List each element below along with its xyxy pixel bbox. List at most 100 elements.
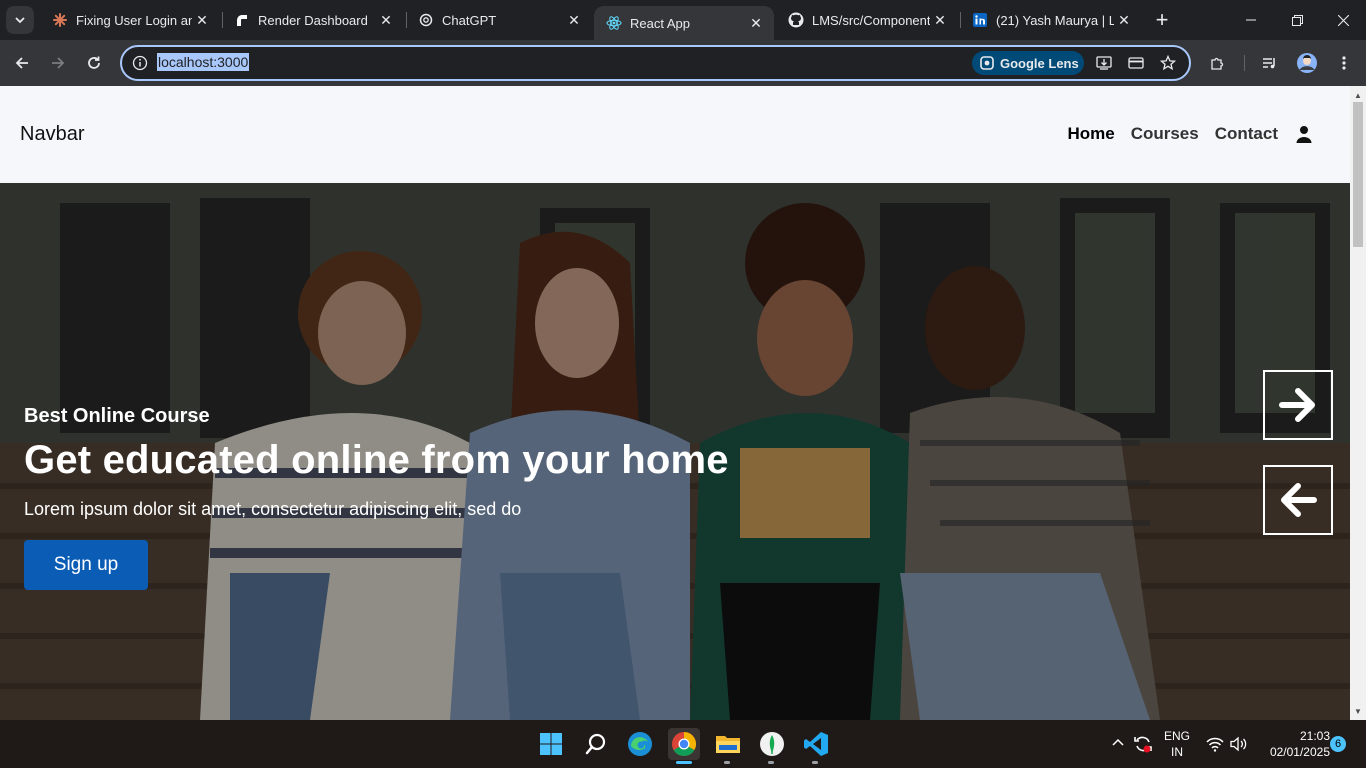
carousel-prev-button[interactable] bbox=[1263, 465, 1333, 535]
page-viewport: Navbar Home Courses Contact Best Online … bbox=[0, 86, 1350, 720]
reload-button[interactable] bbox=[82, 51, 106, 75]
sync-icon[interactable] bbox=[1132, 733, 1154, 760]
scrollbar-thumb[interactable] bbox=[1353, 102, 1363, 247]
install-app-icon[interactable] bbox=[1094, 53, 1114, 73]
payment-card-icon[interactable] bbox=[1126, 53, 1146, 73]
back-button[interactable] bbox=[10, 51, 34, 75]
running-indicator bbox=[768, 761, 774, 764]
tab-3-active[interactable]: React App ✕ bbox=[594, 6, 774, 40]
volume-icon[interactable] bbox=[1230, 736, 1248, 757]
close-icon[interactable]: ✕ bbox=[564, 10, 584, 30]
address-bar[interactable]: localhost:3000 Google Lens bbox=[120, 45, 1191, 81]
restore-icon bbox=[1291, 14, 1303, 26]
toolbar-divider bbox=[1244, 55, 1245, 71]
notification-badge[interactable]: 6 bbox=[1330, 736, 1346, 752]
playlist-icon bbox=[1263, 58, 1275, 69]
tab-title: Fixing User Login and bbox=[76, 12, 192, 28]
running-indicator bbox=[676, 761, 692, 764]
wifi-icon[interactable] bbox=[1206, 736, 1224, 757]
tab-strip: Fixing User Login and ✕ Render Dashboard… bbox=[0, 0, 1366, 40]
close-icon[interactable]: ✕ bbox=[376, 10, 396, 30]
hero-subtitle: Best Online Course bbox=[24, 405, 210, 427]
edge-icon[interactable] bbox=[624, 728, 656, 760]
browser-menu-button[interactable] bbox=[1332, 51, 1356, 75]
site-info-icon[interactable] bbox=[132, 55, 148, 71]
minimize-icon bbox=[1246, 19, 1256, 21]
mongodb-compass-icon[interactable] bbox=[756, 728, 788, 760]
arrow-right-icon bbox=[1279, 388, 1315, 422]
scroll-up-arrow-icon[interactable]: ▲ bbox=[1350, 88, 1366, 102]
new-tab-button[interactable]: + bbox=[1150, 7, 1174, 32]
bookmark-star-icon[interactable] bbox=[1158, 53, 1178, 73]
hero-title: Get educated online from your home bbox=[24, 438, 729, 482]
tab-2[interactable]: ChatGPT ✕ bbox=[406, 0, 592, 40]
nav-link-courses[interactable]: Courses bbox=[1131, 124, 1199, 144]
running-indicator bbox=[812, 761, 818, 764]
clock-time: 21:03 bbox=[1299, 729, 1330, 743]
clock[interactable]: 21:03 02/01/2025 bbox=[1256, 728, 1330, 760]
puzzle-icon bbox=[1211, 57, 1224, 70]
carousel-next-button[interactable] bbox=[1263, 370, 1333, 440]
chrome-icon[interactable] bbox=[668, 728, 700, 760]
google-lens-button[interactable]: Google Lens bbox=[972, 51, 1084, 75]
tab-title: React App bbox=[630, 15, 690, 31]
windows-start-icon[interactable] bbox=[535, 728, 567, 760]
running-indicator bbox=[724, 761, 730, 764]
tab-title: Render Dashboard bbox=[258, 12, 368, 28]
signup-button[interactable]: Sign up bbox=[24, 540, 148, 590]
tab-5[interactable]: (21) Yash Maurya | Li ✕ bbox=[960, 0, 1142, 40]
hero-content: Best Online Course Get educated online f… bbox=[24, 405, 729, 590]
tab-1[interactable]: Render Dashboard ✕ bbox=[222, 0, 404, 40]
close-icon[interactable]: ✕ bbox=[746, 13, 766, 33]
lang-line-1: ENG bbox=[1163, 729, 1190, 743]
lens-icon bbox=[980, 56, 994, 70]
claude-icon bbox=[52, 12, 68, 28]
chatgpt-icon bbox=[418, 12, 434, 28]
tab-title: ChatGPT bbox=[442, 12, 497, 28]
url-text[interactable]: localhost:3000 bbox=[157, 53, 250, 71]
linkedin-icon bbox=[972, 12, 988, 28]
language-indicator[interactable]: ENG IN bbox=[1160, 728, 1194, 760]
kebab-menu-icon bbox=[1342, 56, 1346, 70]
search-icon[interactable] bbox=[580, 728, 612, 760]
scroll-down-arrow-icon[interactable]: ▼ bbox=[1350, 704, 1366, 718]
user-icon[interactable] bbox=[1296, 125, 1312, 143]
nav-link-contact[interactable]: Contact bbox=[1215, 124, 1278, 144]
tab-0[interactable]: Fixing User Login and ✕ bbox=[40, 0, 220, 40]
tab-search-button[interactable] bbox=[6, 6, 34, 34]
site-navbar: Navbar Home Courses Contact bbox=[0, 86, 1350, 183]
close-icon[interactable]: ✕ bbox=[1114, 10, 1134, 30]
close-icon[interactable]: ✕ bbox=[192, 10, 212, 30]
forward-arrow-icon bbox=[52, 57, 65, 69]
tab-4[interactable]: LMS/src/Component ✕ bbox=[776, 0, 958, 40]
nav-links: Home Courses Contact bbox=[1067, 124, 1312, 144]
extensions-button[interactable] bbox=[1206, 51, 1230, 75]
render-icon bbox=[234, 12, 250, 28]
windows-taskbar: ENG IN 21:03 02/01/2025 bbox=[0, 720, 1366, 768]
arrow-left-icon bbox=[1281, 483, 1317, 517]
chevron-down-icon bbox=[15, 17, 25, 24]
avatar-icon bbox=[1297, 53, 1317, 73]
file-explorer-icon[interactable] bbox=[712, 728, 744, 760]
minimize-button[interactable] bbox=[1228, 0, 1274, 40]
forward-button[interactable] bbox=[46, 51, 70, 75]
github-icon bbox=[788, 12, 804, 28]
page-scrollbar[interactable]: ▲ ▼ bbox=[1350, 86, 1366, 720]
restore-button[interactable] bbox=[1274, 0, 1320, 40]
lens-label: Google Lens bbox=[1000, 55, 1079, 71]
browser-toolbar: localhost:3000 Google Lens bbox=[0, 40, 1366, 86]
media-controls-button[interactable] bbox=[1258, 51, 1282, 75]
profile-avatar[interactable] bbox=[1295, 51, 1319, 75]
nav-link-home[interactable]: Home bbox=[1067, 124, 1114, 144]
url-selection: localhost:3000 bbox=[157, 53, 250, 71]
vscode-icon[interactable] bbox=[800, 728, 832, 760]
tray-chevron-up-icon[interactable] bbox=[1112, 736, 1124, 754]
close-window-button[interactable] bbox=[1320, 0, 1366, 40]
close-icon[interactable]: ✕ bbox=[930, 10, 950, 30]
close-icon bbox=[1337, 14, 1349, 26]
reload-icon bbox=[88, 56, 100, 69]
navbar-brand[interactable]: Navbar bbox=[20, 123, 84, 146]
back-arrow-icon bbox=[15, 57, 28, 69]
hero-description: Lorem ipsum dolor sit amet, consectetur … bbox=[24, 499, 522, 519]
hero-section: Best Online Course Get educated online f… bbox=[0, 183, 1350, 720]
